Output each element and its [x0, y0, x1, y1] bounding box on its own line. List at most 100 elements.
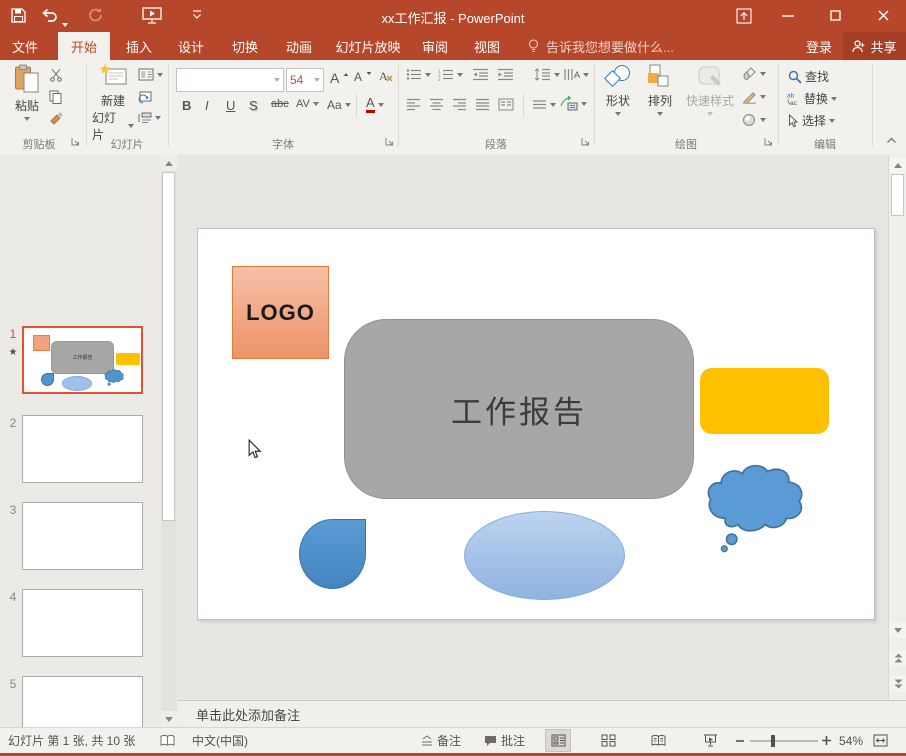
line-spacing-button[interactable] [534, 68, 560, 81]
tab-review[interactable]: 审阅 [412, 32, 458, 60]
slide-sorter-view-button[interactable] [595, 729, 621, 752]
close-icon[interactable] [878, 10, 889, 21]
spell-check-icon[interactable] [160, 728, 175, 753]
format-painter-button[interactable] [49, 112, 63, 126]
select-button[interactable]: 选择 [788, 112, 835, 129]
teardrop-shape[interactable] [299, 519, 366, 589]
cut-button[interactable] [49, 68, 63, 82]
new-slide-button[interactable]: 新建 幻灯片 [92, 64, 134, 143]
arrange-button[interactable]: 排列 [642, 64, 678, 116]
tell-me-box[interactable]: 告诉我您想要做什么... [527, 32, 674, 60]
zoom-in-button[interactable] [822, 728, 831, 753]
maximize-icon[interactable] [830, 10, 841, 21]
slide-thumbnail-1[interactable]: 工作报告 [22, 326, 143, 394]
font-dialog-launcher-icon[interactable] [384, 137, 396, 149]
slide-thumbnail-3[interactable] [22, 502, 143, 570]
justify-button[interactable] [475, 98, 490, 111]
bold-button[interactable]: B [182, 98, 198, 113]
paste-button[interactable]: 粘贴 [8, 64, 46, 121]
minimize-icon[interactable] [782, 15, 794, 17]
panel-scrollbar-thumb[interactable] [162, 172, 175, 521]
main-scrollbar-thumb[interactable] [891, 174, 904, 216]
convert-to-smartart-button[interactable] [560, 96, 587, 111]
tab-insert[interactable]: 插入 [116, 32, 162, 60]
copy-button[interactable] [49, 90, 62, 104]
clipboard-dialog-launcher-icon[interactable] [70, 137, 82, 149]
increase-font-size-button[interactable]: A [330, 70, 350, 86]
font-size-combo[interactable] [286, 68, 324, 92]
panel-scrollbar[interactable] [161, 155, 177, 727]
zoom-out-button[interactable] [736, 728, 744, 753]
italic-button[interactable]: I [205, 98, 219, 113]
slide-thumbnail-2[interactable] [22, 415, 143, 483]
character-spacing-button[interactable]: AV [296, 98, 319, 110]
reading-view-button[interactable] [645, 729, 671, 752]
ribbon-display-options-icon[interactable] [736, 8, 752, 24]
tab-design[interactable]: 设计 [168, 32, 214, 60]
yellow-rounded-rectangle-shape[interactable] [700, 368, 829, 434]
replace-button[interactable]: abac 替换 [786, 90, 837, 107]
notes-pane[interactable]: 单击此处添加备注 [178, 700, 906, 727]
quick-styles-button[interactable]: 快速样式 [684, 64, 736, 116]
tab-view[interactable]: 视图 [464, 32, 510, 60]
title-shape[interactable]: 工作报告 [344, 319, 694, 499]
sign-in-button[interactable]: 登录 [798, 32, 840, 60]
clear-formatting-button[interactable]: A [378, 68, 394, 83]
notes-placeholder[interactable]: 单击此处添加备注 [196, 705, 300, 724]
font-size-input[interactable] [287, 73, 314, 87]
tab-home[interactable]: 开始 [58, 32, 110, 60]
logo-shape[interactable]: LOGO [232, 266, 329, 359]
tab-transitions[interactable]: 切换 [222, 32, 268, 60]
normal-view-button[interactable] [545, 729, 571, 752]
cloud-callout-shape[interactable] [704, 457, 810, 554]
language-indicator[interactable]: 中文(中国) [192, 728, 248, 753]
section-button[interactable] [138, 112, 161, 124]
slideshow-view-button[interactable] [697, 729, 723, 752]
share-button[interactable]: 共享 [843, 32, 906, 60]
align-left-button[interactable] [406, 98, 421, 111]
main-scroll-up-icon[interactable] [890, 157, 906, 173]
collapse-ribbon-icon[interactable] [886, 136, 897, 145]
align-center-button[interactable] [429, 98, 444, 111]
slide-layout-button[interactable] [138, 68, 163, 81]
slide-counter[interactable]: 幻灯片 第 1 张, 共 10 张 [8, 728, 135, 753]
shape-effects-button[interactable] [742, 113, 766, 127]
zoom-slider[interactable] [750, 728, 818, 753]
add-remove-columns-button[interactable] [498, 98, 514, 111]
font-color-button[interactable]: A [366, 96, 384, 113]
text-shadow-button[interactable]: S [249, 98, 265, 113]
shape-fill-button[interactable] [742, 67, 766, 81]
underline-button[interactable]: U [226, 98, 242, 113]
drawing-dialog-launcher-icon[interactable] [763, 137, 775, 149]
bullets-button[interactable] [406, 68, 431, 81]
tab-animations[interactable]: 动画 [276, 32, 322, 60]
strikethrough-button[interactable]: abc [271, 98, 289, 110]
decrease-indent-button[interactable] [472, 68, 489, 81]
find-button[interactable]: 查找 [788, 68, 829, 85]
tab-file[interactable]: 文件 [0, 32, 50, 60]
panel-scroll-up-icon[interactable] [161, 155, 177, 171]
next-slide-icon[interactable] [890, 676, 906, 692]
ellipse-shape[interactable] [464, 511, 625, 600]
paragraph-dialog-launcher-icon[interactable] [580, 137, 592, 149]
change-case-button[interactable]: Aa [327, 98, 351, 112]
main-scroll-down-icon[interactable] [890, 622, 906, 638]
increase-indent-button[interactable] [497, 68, 514, 81]
slide-thumbnail-4[interactable] [22, 589, 143, 657]
slide-canvas[interactable]: LOGO 工作报告 [197, 228, 875, 620]
shapes-button[interactable]: 形状 [600, 64, 636, 116]
shape-outline-button[interactable] [742, 90, 766, 104]
main-vertical-scrollbar[interactable] [888, 155, 906, 700]
decrease-font-size-button[interactable]: A [354, 70, 373, 84]
text-direction-button[interactable]: A [564, 68, 589, 81]
tab-slideshow[interactable]: 幻灯片放映 [328, 32, 408, 60]
fit-to-window-icon[interactable] [873, 728, 888, 753]
notes-toggle-button[interactable]: 备注 [421, 728, 461, 753]
align-text-button[interactable] [532, 98, 556, 111]
previous-slide-icon[interactable] [890, 650, 906, 666]
panel-scroll-down-icon[interactable] [161, 711, 177, 727]
comments-toggle-button[interactable]: 批注 [484, 728, 525, 753]
zoom-level[interactable]: 54% [839, 728, 863, 753]
align-right-button[interactable] [452, 98, 467, 111]
numbering-button[interactable]: 123 [438, 68, 463, 81]
